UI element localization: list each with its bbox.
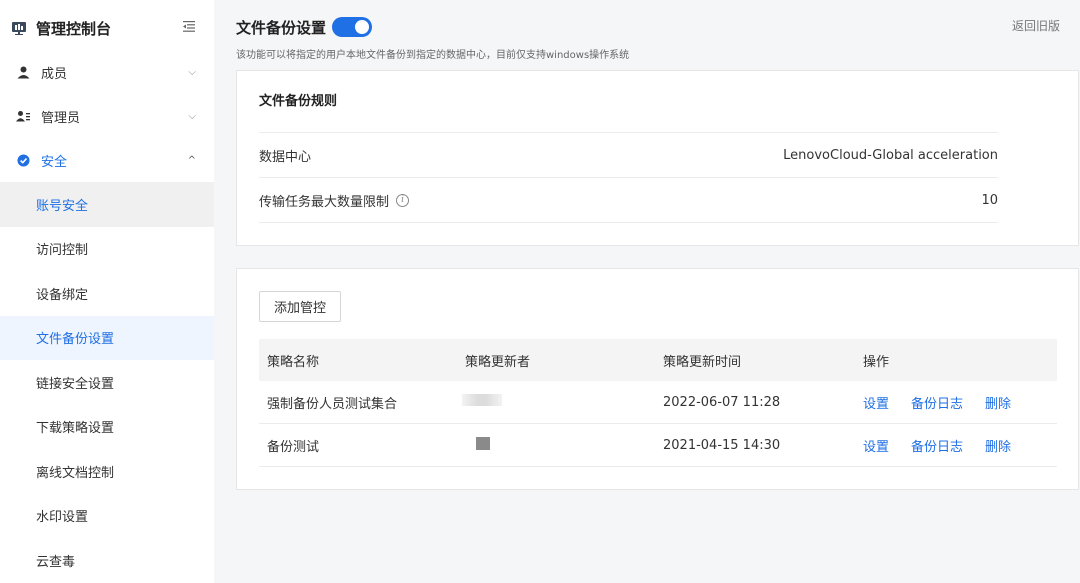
table-header: 策略名称 策略更新者 策略更新时间 操作: [259, 339, 1057, 381]
sidebar-group-security[interactable]: 安全 ^: [0, 138, 214, 182]
policy-name: 备份测试: [267, 439, 320, 455]
sidebar-group-label: 安全: [41, 154, 68, 170]
console-logo-icon: [12, 21, 26, 35]
sidebar-item-file-backup[interactable]: 文件备份设置: [0, 315, 214, 360]
table-row: 备份测试 2021-04-15 14:30 设置 备份日志 删除: [259, 424, 1057, 467]
policy-updater: [457, 394, 655, 410]
column-header-updater: 策略更新者: [465, 354, 531, 370]
sidebar-item-device-binding[interactable]: 设备绑定: [0, 271, 214, 316]
sidebar-item-download-policy[interactable]: 下载策略设置: [0, 405, 214, 450]
backup-rules-title: 文件备份规则: [259, 71, 998, 133]
policy-actions: 设置 备份日志 删除: [855, 436, 1057, 455]
table-row: 强制备份人员测试集合 2022-06-07 11:28 设置 备份日志 删除: [259, 381, 1057, 424]
sidebar-item-link-security[interactable]: 链接安全设置: [0, 360, 214, 405]
sidebar-item-offline-docs[interactable]: 离线文档控制: [0, 449, 214, 494]
info-icon[interactable]: i: [396, 193, 410, 207]
max-tasks-label: 传输任务最大数量限制: [259, 194, 390, 210]
chevron-down-icon: ⌵: [188, 66, 196, 78]
chevron-up-icon: ^: [187, 154, 196, 166]
sidebar-group-label: 成员: [41, 66, 68, 82]
sidebar-item-cloud-antivirus[interactable]: 云查毒: [0, 538, 214, 583]
policy-card: 添加管控 策略名称 策略更新者 策略更新时间 操作 强制备份人员测试集合 202…: [236, 268, 1079, 490]
policy-updater: [457, 436, 655, 454]
data-center-value: LenovoCloud-Global acceleration: [783, 147, 998, 163]
column-header-name: 策略名称: [267, 354, 320, 370]
menu-fold-icon[interactable]: [182, 21, 196, 35]
policy-updated-time: 2021-04-15 14:30: [663, 437, 781, 453]
sidebar-group-members[interactable]: 成员 ⌵: [0, 50, 214, 94]
redacted-updater: [462, 394, 502, 406]
redacted-updater: [476, 436, 490, 450]
max-tasks-value: 10: [981, 192, 998, 208]
user-icon: [16, 65, 30, 79]
backup-rules-card: 文件备份规则 数据中心 LenovoCloud-Global accelerat…: [236, 70, 1079, 246]
back-to-old-version-link[interactable]: 返回旧版: [1012, 17, 1060, 34]
sidebar-item-watermark[interactable]: 水印设置: [0, 494, 214, 539]
shield-check-icon: [16, 153, 30, 167]
page-header: 文件备份设置 该功能可以将指定的用户本地文件备份到指定的数据中心，目前仅支持wi…: [236, 0, 1080, 70]
column-header-actions: 操作: [863, 354, 890, 370]
sidebar-group-admins[interactable]: 管理员 ⌵: [0, 94, 214, 138]
policy-actions: 设置 备份日志 删除: [855, 393, 1057, 412]
column-header-updated-time: 策略更新时间: [663, 354, 742, 370]
page-description: 该功能可以将指定的用户本地文件备份到指定的数据中心，目前仅支持windows操作…: [236, 50, 630, 61]
add-control-button[interactable]: 添加管控: [259, 291, 341, 322]
policy-name: 强制备份人员测试集合: [267, 396, 398, 412]
page-title: 文件备份设置: [236, 19, 327, 37]
data-center-row: 数据中心 LenovoCloud-Global acceleration: [259, 133, 998, 178]
chevron-down-icon: ⌵: [188, 110, 196, 122]
policy-table: 策略名称 策略更新者 策略更新时间 操作 强制备份人员测试集合 2022-06-…: [259, 339, 1057, 467]
sidebar-item-access-control[interactable]: 访问控制: [0, 227, 214, 272]
main-content: 文件备份设置 该功能可以将指定的用户本地文件备份到指定的数据中心，目前仅支持wi…: [236, 0, 1080, 490]
policy-settings-link[interactable]: 设置: [863, 436, 889, 455]
sidebar: 管理控制台 成员 ⌵ 管理员 ⌵ 安全 ^ 账号安全 访问控制 设备绑定 文件备…: [0, 0, 214, 583]
max-tasks-label-wrap: 传输任务最大数量限制 i: [259, 191, 981, 210]
policy-updated-time: 2022-06-07 11:28: [663, 394, 781, 410]
sidebar-group-label: 管理员: [41, 110, 81, 126]
sidebar-item-account-security[interactable]: 账号安全: [0, 182, 214, 227]
policy-delete-link[interactable]: 删除: [985, 393, 1011, 412]
backup-enable-toggle[interactable]: [332, 17, 372, 37]
console-title: 管理控制台: [36, 19, 112, 38]
policy-settings-link[interactable]: 设置: [863, 393, 889, 412]
policy-backup-log-link[interactable]: 备份日志: [911, 436, 963, 455]
data-center-label: 数据中心: [259, 149, 312, 165]
max-tasks-row: 传输任务最大数量限制 i 10: [259, 178, 998, 223]
toggle-knob: [355, 20, 369, 34]
admin-users-icon: [16, 109, 30, 123]
policy-delete-link[interactable]: 删除: [985, 436, 1011, 455]
sidebar-header: 管理控制台: [0, 0, 214, 56]
policy-backup-log-link[interactable]: 备份日志: [911, 393, 963, 412]
